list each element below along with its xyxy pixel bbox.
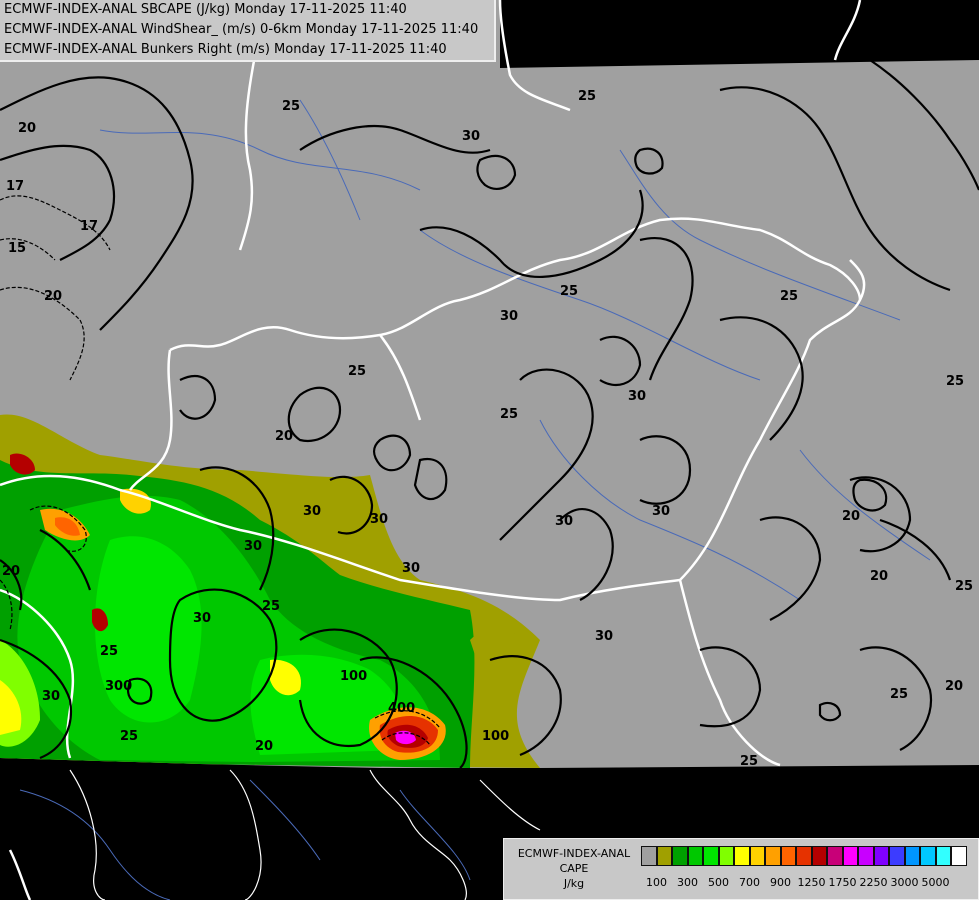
legend-swatch — [796, 846, 812, 866]
legend-swatch — [811, 846, 827, 866]
contour-label: 25 — [955, 579, 973, 594]
legend-swatch — [904, 846, 920, 866]
contour-label: 25 — [946, 374, 964, 389]
contour-label: 25 — [262, 599, 280, 614]
contour-label: 25 — [890, 687, 908, 702]
legend-swatch — [656, 846, 672, 866]
contour-label: 20 — [275, 429, 293, 444]
legend-swatch — [827, 846, 843, 866]
legend-tick-label: 2250 — [859, 876, 888, 889]
legend-tick-label: 900 — [770, 876, 791, 889]
legend-tick-label: 500 — [708, 876, 729, 889]
contour-label: 30 — [370, 512, 388, 527]
weather-map: 25 20 17 30 15 20 17 25 30 25 25 30 25 3… — [0, 0, 979, 900]
contour-label: 20 — [2, 564, 20, 579]
legend-swatch — [889, 846, 905, 866]
legend-swatch — [935, 846, 951, 866]
contour-label: 25 — [500, 407, 518, 422]
contour-label: 25 — [100, 644, 118, 659]
title-line-cape: ECMWF-INDEX-ANAL SBCAPE (J/kg) Monday 17… — [4, 2, 407, 17]
contour-label: 25 — [120, 729, 138, 744]
legend-title-param: CAPE — [559, 862, 589, 875]
legend-swatch — [858, 846, 874, 866]
contour-label: 25 — [740, 754, 758, 769]
legend-swatch — [749, 846, 765, 866]
contour-label: 30 — [595, 629, 613, 644]
contour-label: 20 — [870, 569, 888, 584]
contour-label: 20 — [945, 679, 963, 694]
legend-swatch — [734, 846, 750, 866]
map-title-box: ECMWF-INDEX-ANAL SBCAPE (J/kg) Monday 17… — [0, 0, 496, 62]
contour-label: 300 — [105, 679, 132, 694]
legend-swatch — [765, 846, 781, 866]
contour-label: 30 — [555, 514, 573, 529]
legend-title-unit: J/kg — [563, 877, 585, 890]
contour-label: 25 — [780, 289, 798, 304]
contour-label: 30 — [652, 504, 670, 519]
legend-swatch — [842, 846, 858, 866]
legend-swatch — [873, 846, 889, 866]
contour-label: 30 — [462, 129, 480, 144]
legend-swatch — [672, 846, 688, 866]
legend-swatch — [641, 846, 657, 866]
cape-legend: ECMWF-INDEX-ANAL CAPE J/kg 100 300 500 700 9… — [503, 838, 979, 900]
contour-label: 30 — [628, 389, 646, 404]
legend-tick-label: 300 — [677, 876, 698, 889]
contour-label: 25 — [282, 99, 300, 114]
contour-label: 20 — [18, 121, 36, 136]
contour-label: 400 — [388, 701, 415, 716]
contour-label: 30 — [303, 504, 321, 519]
legend-title-model: ECMWF-INDEX-ANAL — [517, 847, 631, 860]
contour-label: 17 — [80, 219, 98, 234]
contour-label: 100 — [340, 669, 367, 684]
contour-label: 30 — [402, 561, 420, 576]
contour-label: 30 — [193, 611, 211, 626]
contour-label: 25 — [560, 284, 578, 299]
contour-label: 30 — [42, 689, 60, 704]
title-line-windshear: ECMWF-INDEX-ANAL WindShear_ (m/s) 0-6km … — [4, 22, 479, 37]
title-line-bunkers: ECMWF-INDEX-ANAL Bunkers Right (m/s) Mon… — [4, 42, 447, 57]
legend-swatch — [780, 846, 796, 866]
contour-label: 17 — [6, 179, 24, 194]
contour-label: 25 — [578, 89, 596, 104]
legend-swatch — [718, 846, 734, 866]
contour-label: 20 — [842, 509, 860, 524]
legend-tick-label: 3000 — [890, 876, 919, 889]
legend-swatch — [951, 846, 967, 866]
contour-label: 25 — [348, 364, 366, 379]
contour-label: 15 — [8, 241, 26, 256]
contour-label: 30 — [500, 309, 518, 324]
legend-tick-label: 1750 — [828, 876, 857, 889]
contour-label: 20 — [44, 289, 62, 304]
legend-swatch — [703, 846, 719, 866]
legend-tick-label: 1250 — [797, 876, 826, 889]
legend-tick-label: 700 — [739, 876, 760, 889]
contour-label: 20 — [255, 739, 273, 754]
contour-label: 100 — [482, 729, 509, 744]
legend-swatch — [920, 846, 936, 866]
legend-swatch — [687, 846, 703, 866]
legend-tick-label: 100 — [646, 876, 667, 889]
legend-tick-label: 5000 — [921, 876, 950, 889]
contour-label: 30 — [244, 539, 262, 554]
